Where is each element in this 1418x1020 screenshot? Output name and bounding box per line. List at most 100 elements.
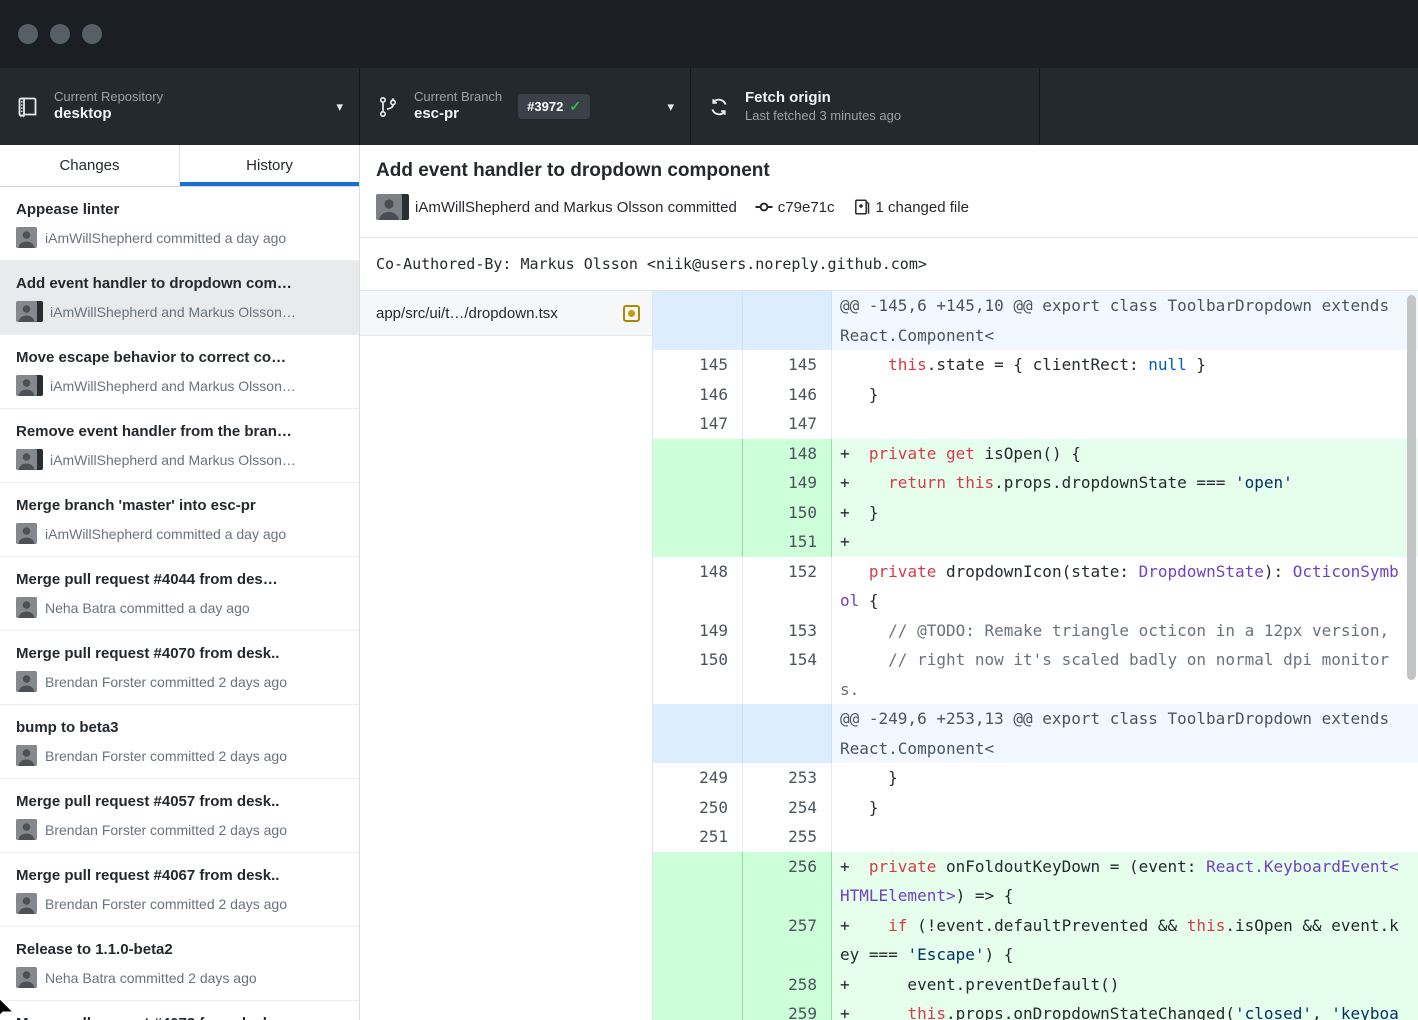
diff-row: 256 + private onFoldoutKeyDown = (event:…	[653, 852, 1418, 911]
diff-row: 148 152 private dropdownIcon(state: Drop…	[653, 557, 1418, 616]
commit-item-avatars	[16, 227, 37, 248]
diff-code-line: // right now it's scaled badly on normal…	[832, 645, 1418, 704]
current-branch-value: esc-pr	[414, 105, 502, 124]
avatar	[16, 227, 37, 248]
old-line-number: 149	[653, 616, 743, 646]
commit-item-meta: Brendan Forster committed 2 days ago	[45, 674, 287, 690]
commit-item-meta: iAmWillShepherd and Markus Olsson…	[50, 304, 296, 320]
diff-row: 149 + return this.props.dropdownState ==…	[653, 468, 1418, 498]
new-line-number: 254	[743, 793, 832, 823]
commit-list-item[interactable]: Remove event handler from the bran… iAmW…	[0, 409, 359, 483]
diff-row: 149 153 // @TODO: Remake triangle octico…	[653, 616, 1418, 646]
minimize-window-button[interactable]	[50, 24, 70, 44]
ci-check-icon: ✓	[569, 98, 581, 115]
changed-file-icon	[853, 198, 871, 216]
avatar	[16, 819, 37, 840]
diff-row: 257 + if (!event.defaultPrevented && thi…	[653, 911, 1418, 970]
diff-code-line: }	[832, 793, 1418, 823]
avatar	[16, 597, 37, 618]
commit-list-item[interactable]: Release to 1.1.0-beta2 Neha Batra commit…	[0, 927, 359, 1001]
commit-list-item[interactable]: Merge pull request #4044 from des… Neha …	[0, 557, 359, 631]
pull-request-badge: #3972 ✓	[518, 94, 590, 119]
current-branch-button[interactable]: Current Branch esc-pr #3972 ✓ ▾	[360, 68, 691, 145]
commit-item-title: Appease linter	[16, 199, 345, 220]
chevron-down-icon: ▾	[667, 99, 674, 115]
commit-list-item[interactable]: Appease linter iAmWillShepherd committed…	[0, 187, 359, 261]
commit-item-avatars	[16, 523, 37, 544]
old-line-number	[653, 527, 743, 557]
mouse-cursor	[0, 997, 19, 1020]
new-line-number: 151	[743, 527, 832, 557]
commit-item-title: Add event handler to dropdown com…	[16, 273, 345, 294]
diff-row: 258 + event.preventDefault()	[653, 970, 1418, 1000]
commit-list-item[interactable]: Merge pull request #4067 from desk.. Bre…	[0, 853, 359, 927]
new-line-number: 152	[743, 557, 832, 616]
avatar	[16, 449, 37, 470]
diff-row: @@ -145,6 +145,10 @@ export class Toolba…	[653, 291, 1418, 350]
diff-scrollbar-thumb[interactable]	[1407, 295, 1416, 680]
tab-history[interactable]: History	[179, 145, 359, 186]
old-line-number: 147	[653, 409, 743, 439]
diff-row: 251 255	[653, 822, 1418, 852]
close-window-button[interactable]	[18, 24, 38, 44]
old-line-number	[653, 999, 743, 1020]
old-line-number	[653, 704, 743, 763]
diff-row: 146 146 }	[653, 380, 1418, 410]
old-line-number	[653, 468, 743, 498]
commit-item-meta: iAmWillShepherd and Markus Olsson…	[50, 378, 296, 394]
diff-code-line: + event.preventDefault()	[832, 970, 1418, 1000]
changed-files-list: app/src/ui/t…/dropdown.tsx	[360, 291, 653, 1020]
avatar	[16, 523, 37, 544]
tab-changes[interactable]: Changes	[0, 145, 179, 186]
fetch-origin-button[interactable]: Fetch origin Last fetched 3 minutes ago	[691, 68, 1040, 145]
commit-list-item[interactable]: Merge pull request #4073 from desk..	[0, 1001, 359, 1020]
commit-item-title: Merge pull request #4044 from des…	[16, 569, 345, 590]
diff-row: 150 + }	[653, 498, 1418, 528]
commit-list-item[interactable]: Merge pull request #4070 from desk.. Bre…	[0, 631, 359, 705]
old-line-number	[653, 852, 743, 911]
history-sidebar: Changes History Appease linter iAmWillSh…	[0, 145, 360, 1020]
commit-list-item[interactable]: Add event handler to dropdown com… iAmWi…	[0, 261, 359, 335]
commit-item-title: Merge pull request #4073 from desk..	[16, 1013, 345, 1020]
avatar	[16, 967, 37, 988]
current-repository-button[interactable]: Current Repository desktop ▾	[0, 68, 360, 145]
old-line-number: 145	[653, 350, 743, 380]
diff-row: 145 145 this.state = { clientRect: null …	[653, 350, 1418, 380]
commit-item-avatars	[16, 819, 37, 840]
commit-item-avatars	[16, 301, 42, 322]
commit-item-avatars	[16, 375, 42, 396]
maximize-window-button[interactable]	[82, 24, 102, 44]
commit-item-title: Remove event handler from the bran…	[16, 421, 345, 442]
commit-item-title: bump to beta3	[16, 717, 345, 738]
diff-code-line: @@ -249,6 +253,13 @@ export class Toolba…	[832, 704, 1418, 763]
fetch-origin-label: Fetch origin	[745, 89, 901, 108]
commit-item-meta: iAmWillShepherd committed a day ago	[45, 526, 286, 542]
commit-list-item[interactable]: bump to beta3 Brendan Forster committed …	[0, 705, 359, 779]
modified-status-icon	[623, 305, 640, 322]
commit-title: Add event handler to dropdown component	[376, 160, 1402, 182]
file-list-item[interactable]: app/src/ui/t…/dropdown.tsx	[360, 291, 652, 336]
commit-item-meta: Neha Batra committed a day ago	[45, 600, 250, 616]
new-line-number	[743, 704, 832, 763]
diff-code-line: + private get isOpen() {	[832, 439, 1418, 469]
old-line-number: 249	[653, 763, 743, 793]
diff-viewer: @@ -145,6 +145,10 @@ export class Toolba…	[653, 291, 1418, 1020]
diff-row: 250 254 }	[653, 793, 1418, 823]
commit-item-title: Merge branch 'master' into esc-pr	[16, 495, 345, 516]
commit-item-meta: iAmWillShepherd and Markus Olsson…	[50, 452, 296, 468]
new-line-number: 147	[743, 409, 832, 439]
diff-row: 151 +	[653, 527, 1418, 557]
commit-item-meta: Brendan Forster committed 2 days ago	[45, 748, 287, 764]
commit-item-title: Merge pull request #4057 from desk..	[16, 791, 345, 812]
avatar	[376, 194, 402, 220]
new-line-number: 256	[743, 852, 832, 911]
commit-item-title: Release to 1.1.0-beta2	[16, 939, 345, 960]
diff-code-line: + this.props.onDropdownStateChanged('clo…	[832, 999, 1418, 1020]
commit-list-item[interactable]: Merge branch 'master' into esc-pr iAmWil…	[0, 483, 359, 557]
old-line-number: 250	[653, 793, 743, 823]
commit-list-item[interactable]: Move escape behavior to correct co… iAmW…	[0, 335, 359, 409]
commit-sha[interactable]: c79e71c	[778, 199, 835, 216]
commit-list-item[interactable]: Merge pull request #4057 from desk.. Bre…	[0, 779, 359, 853]
diff-code-line: + return this.props.dropdownState === 'o…	[832, 468, 1418, 498]
avatar	[16, 745, 37, 766]
